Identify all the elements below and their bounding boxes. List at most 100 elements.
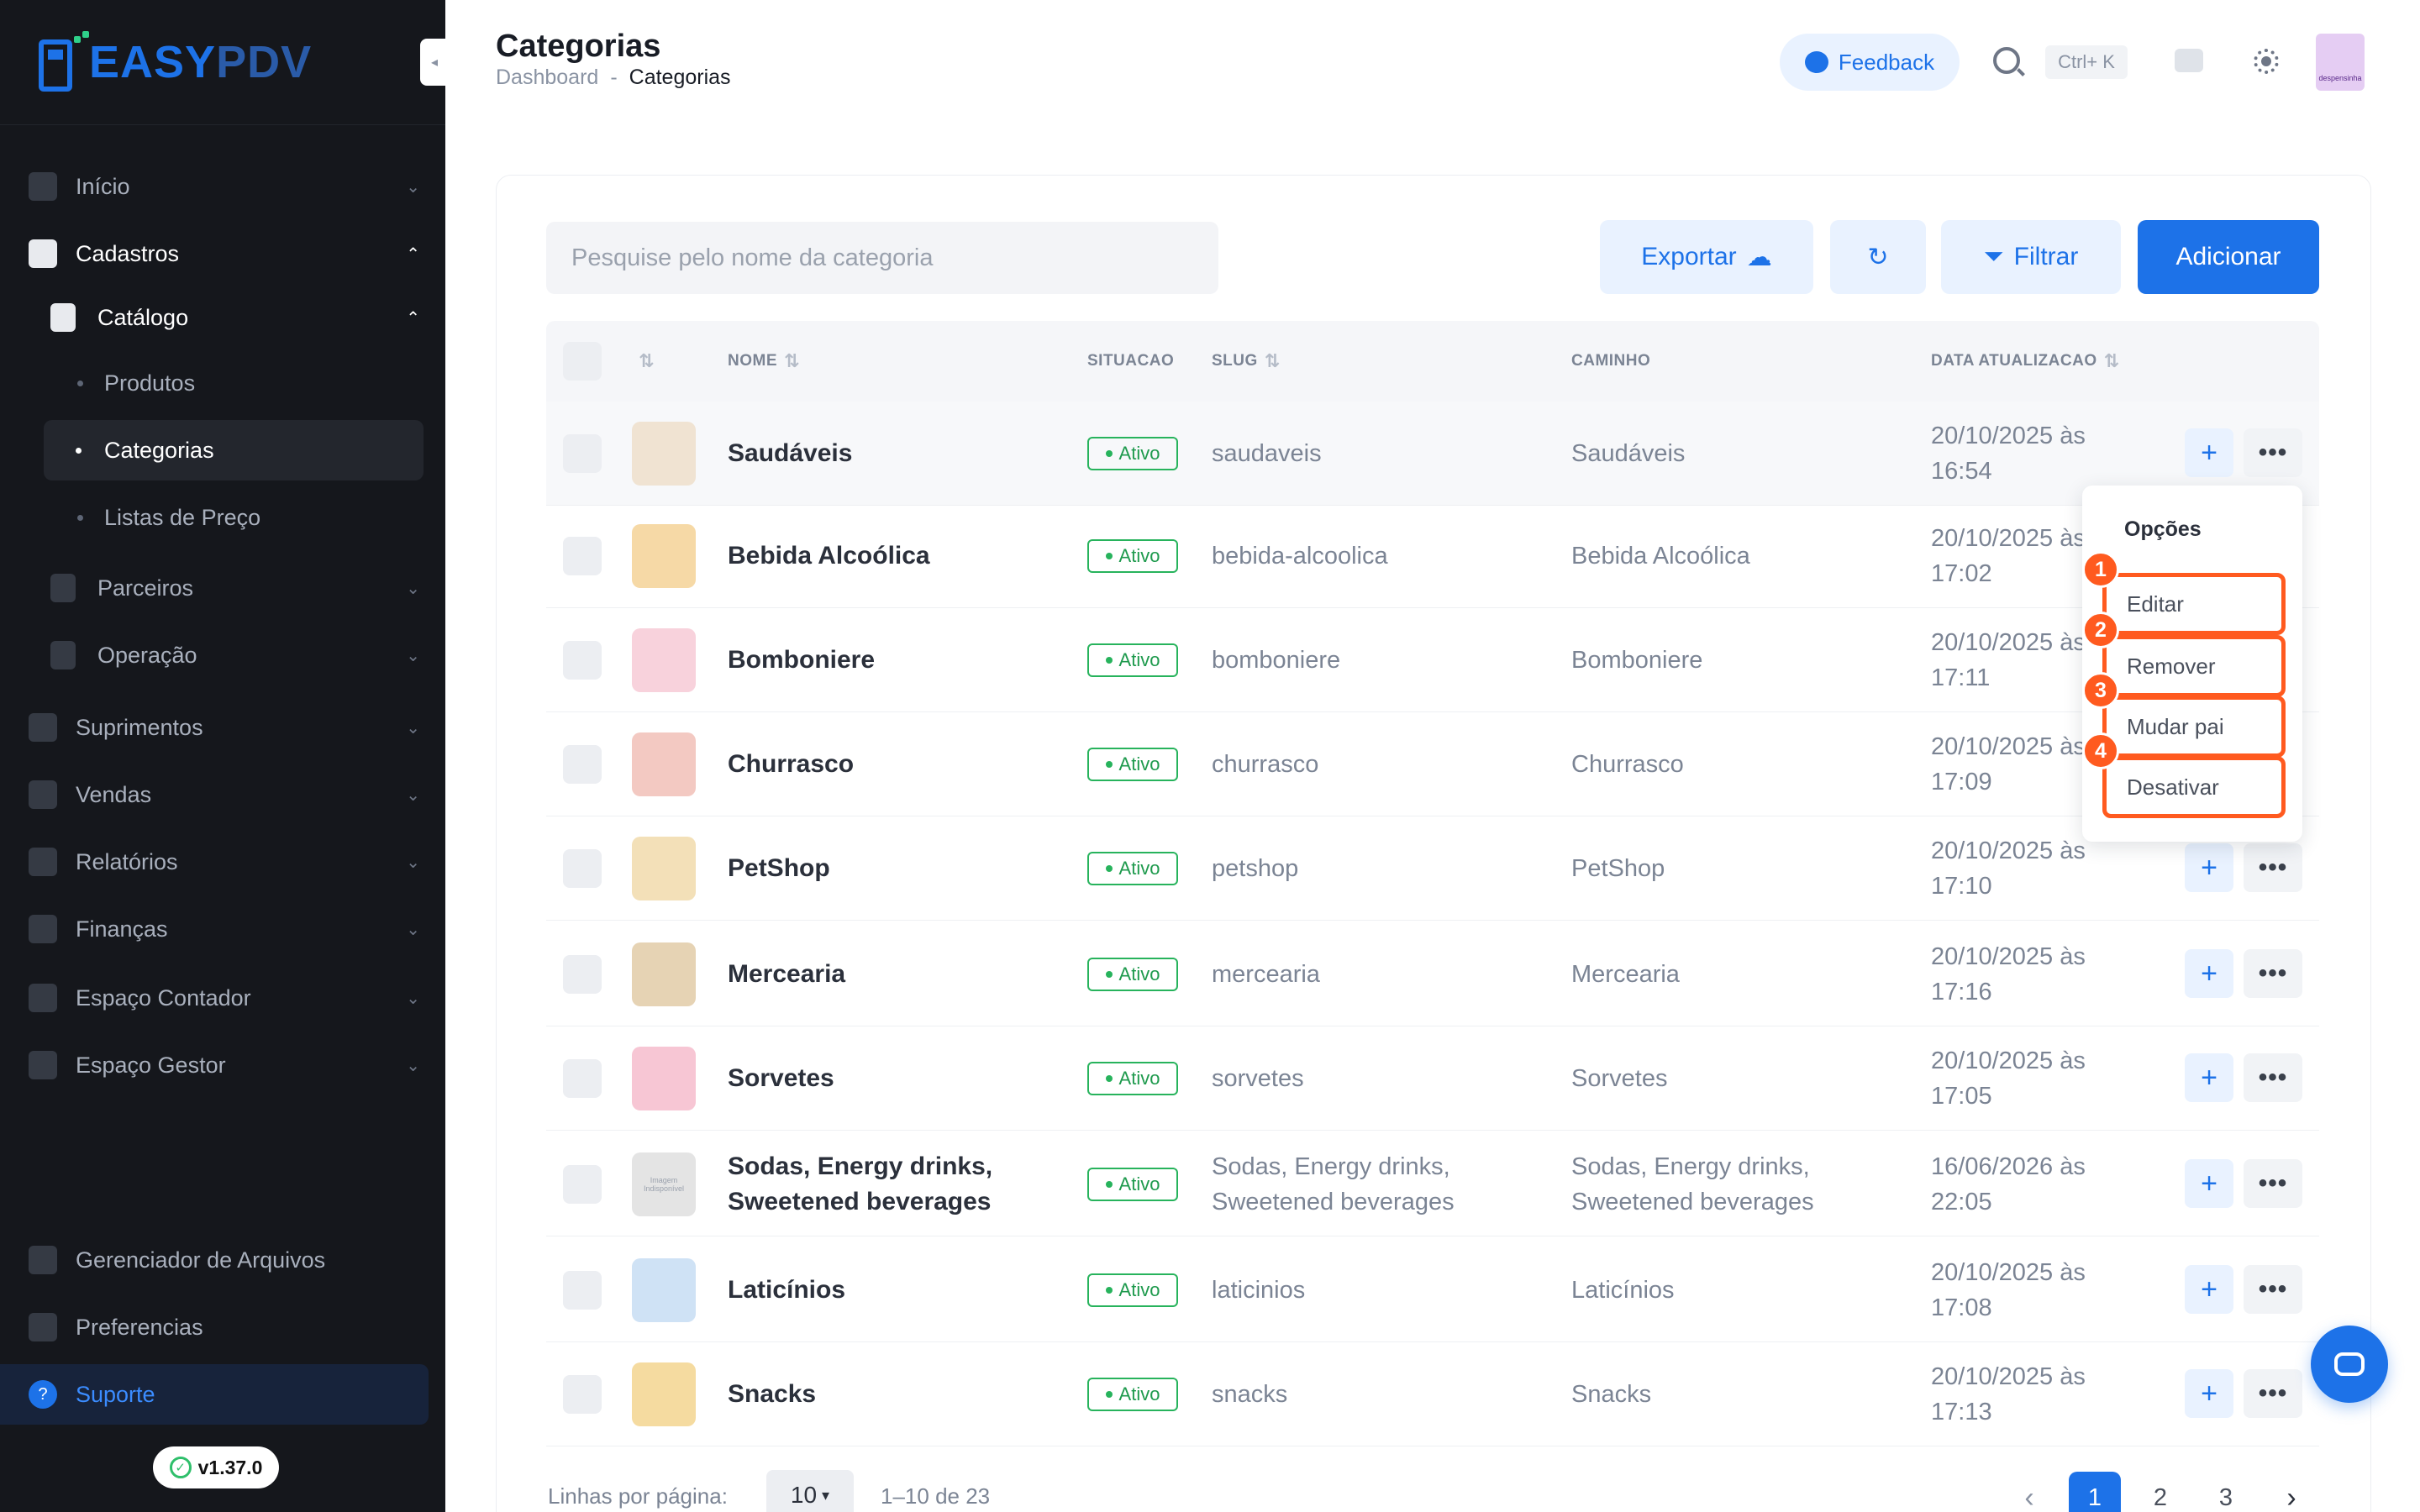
sidebar-item-espaco-contador[interactable]: Espaço Contador ⌄: [0, 968, 445, 1028]
next-page-button[interactable]: ›: [2265, 1472, 2317, 1512]
table-row[interactable]: Churrasco Ativo churrasco Churrasco 20/10/20…: [546, 712, 2319, 816]
sidebar-item-relatorios[interactable]: Relatórios ⌄: [0, 832, 445, 892]
table-row[interactable]: Laticínios Ativo laticinios Laticínios 20/10…: [546, 1238, 2319, 1342]
category-path: Sorvetes: [1571, 1065, 1668, 1092]
row-checkbox[interactable]: [563, 1271, 602, 1310]
sidebar-item-produtos[interactable]: Produtos: [0, 353, 445, 413]
row-checkbox[interactable]: [563, 1165, 602, 1204]
category-image: [632, 942, 696, 1006]
row-checkbox[interactable]: [563, 434, 602, 473]
add-subcategory-button[interactable]: +: [2185, 843, 2233, 892]
add-subcategory-button[interactable]: +: [2185, 428, 2233, 477]
table-row[interactable]: Snacks Ativo snacks Snacks 20/10/2025 às 17:…: [546, 1342, 2319, 1446]
column-nome[interactable]: NOME ⇅: [728, 321, 800, 402]
sidebar-item-gerenciador-de-arquivos[interactable]: Gerenciador de Arquivos: [0, 1230, 445, 1290]
category-name[interactable]: Churrasco: [728, 712, 1064, 816]
feedback-button[interactable]: Feedback: [1780, 34, 1960, 91]
chat-fab-button[interactable]: [2311, 1326, 2388, 1403]
category-name[interactable]: Sodas, Energy drinks, Sweetened beverage…: [728, 1132, 1064, 1236]
add-button[interactable]: Adicionar: [2138, 220, 2319, 294]
select-all-checkbox[interactable]: [563, 342, 602, 381]
category-name[interactable]: Bomboniere: [728, 608, 1064, 712]
sidebar-item-suporte[interactable]: ? Suporte: [0, 1364, 429, 1425]
chevron-down-icon: ⌄: [406, 989, 420, 1008]
row-checkbox[interactable]: [563, 1059, 602, 1098]
brand-logo[interactable]: EASYPDV: [39, 31, 312, 92]
avatar[interactable]: despensinha: [2316, 34, 2365, 91]
page-3-button[interactable]: 3: [2200, 1472, 2252, 1512]
category-name[interactable]: Laticínios: [728, 1238, 1064, 1342]
filter-button[interactable]: ⏷ Filtrar: [1941, 220, 2121, 294]
sidebar-item-listas-de-preco[interactable]: Listas de Preço: [0, 487, 445, 548]
sidebar-collapse-button[interactable]: ◂: [420, 39, 449, 86]
plus-icon: +: [2201, 1377, 2217, 1410]
menu-item-editar[interactable]: Editar: [2102, 573, 2286, 635]
row-checkbox[interactable]: [563, 537, 602, 575]
sidebar-item-suprimentos[interactable]: Suprimentos ⌄: [0, 697, 445, 758]
sun-icon[interactable]: [2254, 49, 2279, 74]
id-card-icon: [29, 239, 57, 268]
table-row[interactable]: Mercearia Ativo mercearia Mercearia 20/10/20…: [546, 922, 2319, 1026]
more-options-button[interactable]: •••: [2244, 949, 2302, 998]
menu-item-desativar[interactable]: Desativar: [2102, 756, 2286, 818]
table-row[interactable]: Sorvetes Ativo sorvetes Sorvetes 20/10/2025 …: [546, 1026, 2319, 1131]
table-row[interactable]: Bomboniere Ativo bomboniere Bomboniere 20/10…: [546, 608, 2319, 712]
more-options-button[interactable]: •••: [2244, 1369, 2302, 1418]
add-subcategory-button[interactable]: +: [2185, 1053, 2233, 1102]
breadcrumb-dashboard[interactable]: Dashboard: [496, 66, 598, 90]
options-menu: Opções Editar Remover Mudar pai Desativa…: [2082, 486, 2302, 842]
page-1-button[interactable]: 1: [2069, 1472, 2121, 1512]
add-subcategory-button[interactable]: +: [2185, 1265, 2233, 1314]
column-slug[interactable]: SLUG ⇅: [1212, 321, 1281, 402]
table-row[interactable]: PetShop Ativo petshop PetShop 20/10/2025 às …: [546, 816, 2319, 921]
sidebar-item-inicio[interactable]: Início ⌄: [0, 156, 445, 217]
step-number-badge: 2: [2082, 612, 2119, 648]
calculator-icon: [29, 984, 57, 1012]
updated-at: 20/10/2025 às 17:05: [1931, 1047, 2086, 1110]
sidebar-item-preferencias[interactable]: Preferencias: [0, 1297, 445, 1357]
table-row[interactable]: Imagem Indisponível Sodas, Energy drinks,…: [546, 1132, 2319, 1236]
table-row[interactable]: Bebida Alcoólica Ativo bebida-alcoolica Beb…: [546, 504, 2319, 608]
row-checkbox[interactable]: [563, 849, 602, 888]
message-icon[interactable]: [2175, 49, 2203, 72]
category-name[interactable]: Mercearia: [728, 922, 1064, 1026]
more-options-button[interactable]: •••: [2244, 1053, 2302, 1102]
sidebar-item-catalogo[interactable]: Catálogo ⌃: [0, 287, 445, 348]
sidebar-item-parceiros[interactable]: Parceiros ⌄: [0, 558, 445, 618]
category-name[interactable]: PetShop: [728, 816, 1064, 921]
more-options-button[interactable]: •••: [2244, 1265, 2302, 1314]
category-name[interactable]: Saudáveis: [728, 402, 1064, 506]
sidebar-item-operacao[interactable]: Operação ⌄: [0, 625, 445, 685]
category-name[interactable]: Sorvetes: [728, 1026, 1064, 1131]
table-row[interactable]: Saudáveis Ativo saudaveis Saudáveis 20/10/20…: [546, 402, 2319, 506]
refresh-button[interactable]: ↻: [1830, 220, 1926, 294]
row-checkbox[interactable]: [563, 745, 602, 784]
category-name[interactable]: Bebida Alcoólica: [728, 504, 1064, 608]
search-icon[interactable]: [1993, 47, 2020, 74]
sidebar-item-financas[interactable]: Finanças ⌄: [0, 899, 445, 959]
category-name[interactable]: Snacks: [728, 1342, 1064, 1446]
export-button[interactable]: Exportar ☁: [1600, 220, 1813, 294]
more-options-button[interactable]: •••: [2244, 1159, 2302, 1208]
sidebar-item-vendas[interactable]: Vendas ⌄: [0, 764, 445, 825]
add-subcategory-button[interactable]: +: [2185, 949, 2233, 998]
sidebar-item-cadastros[interactable]: Cadastros ⌃: [0, 223, 445, 284]
sidebar-item-categorias[interactable]: Categorias: [44, 420, 424, 480]
sort-handle-icon[interactable]: ⇅: [639, 321, 655, 402]
table-header: ⇅ NOME ⇅ SITUACAO SLUG ⇅ CAMINHO DATA ATUA…: [546, 321, 2319, 402]
row-checkbox[interactable]: [563, 955, 602, 994]
menu-item-remover[interactable]: Remover: [2102, 635, 2286, 697]
page-2-button[interactable]: 2: [2134, 1472, 2186, 1512]
add-subcategory-button[interactable]: +: [2185, 1369, 2233, 1418]
sidebar-item-espaco-gestor[interactable]: Espaço Gestor ⌄: [0, 1035, 445, 1095]
rows-per-page-select[interactable]: 10 ▾: [766, 1470, 854, 1512]
prev-page-button[interactable]: ‹: [2003, 1472, 2055, 1512]
more-options-button[interactable]: •••: [2244, 843, 2302, 892]
row-checkbox[interactable]: [563, 1375, 602, 1414]
menu-item-mudar-pai[interactable]: Mudar pai: [2102, 696, 2286, 758]
search-input[interactable]: [546, 222, 1218, 294]
row-checkbox[interactable]: [563, 641, 602, 680]
more-options-button[interactable]: •••: [2244, 428, 2302, 477]
column-data-atualizacao[interactable]: DATA ATUALIZACAO ⇅: [1931, 321, 2120, 402]
add-subcategory-button[interactable]: +: [2185, 1159, 2233, 1208]
